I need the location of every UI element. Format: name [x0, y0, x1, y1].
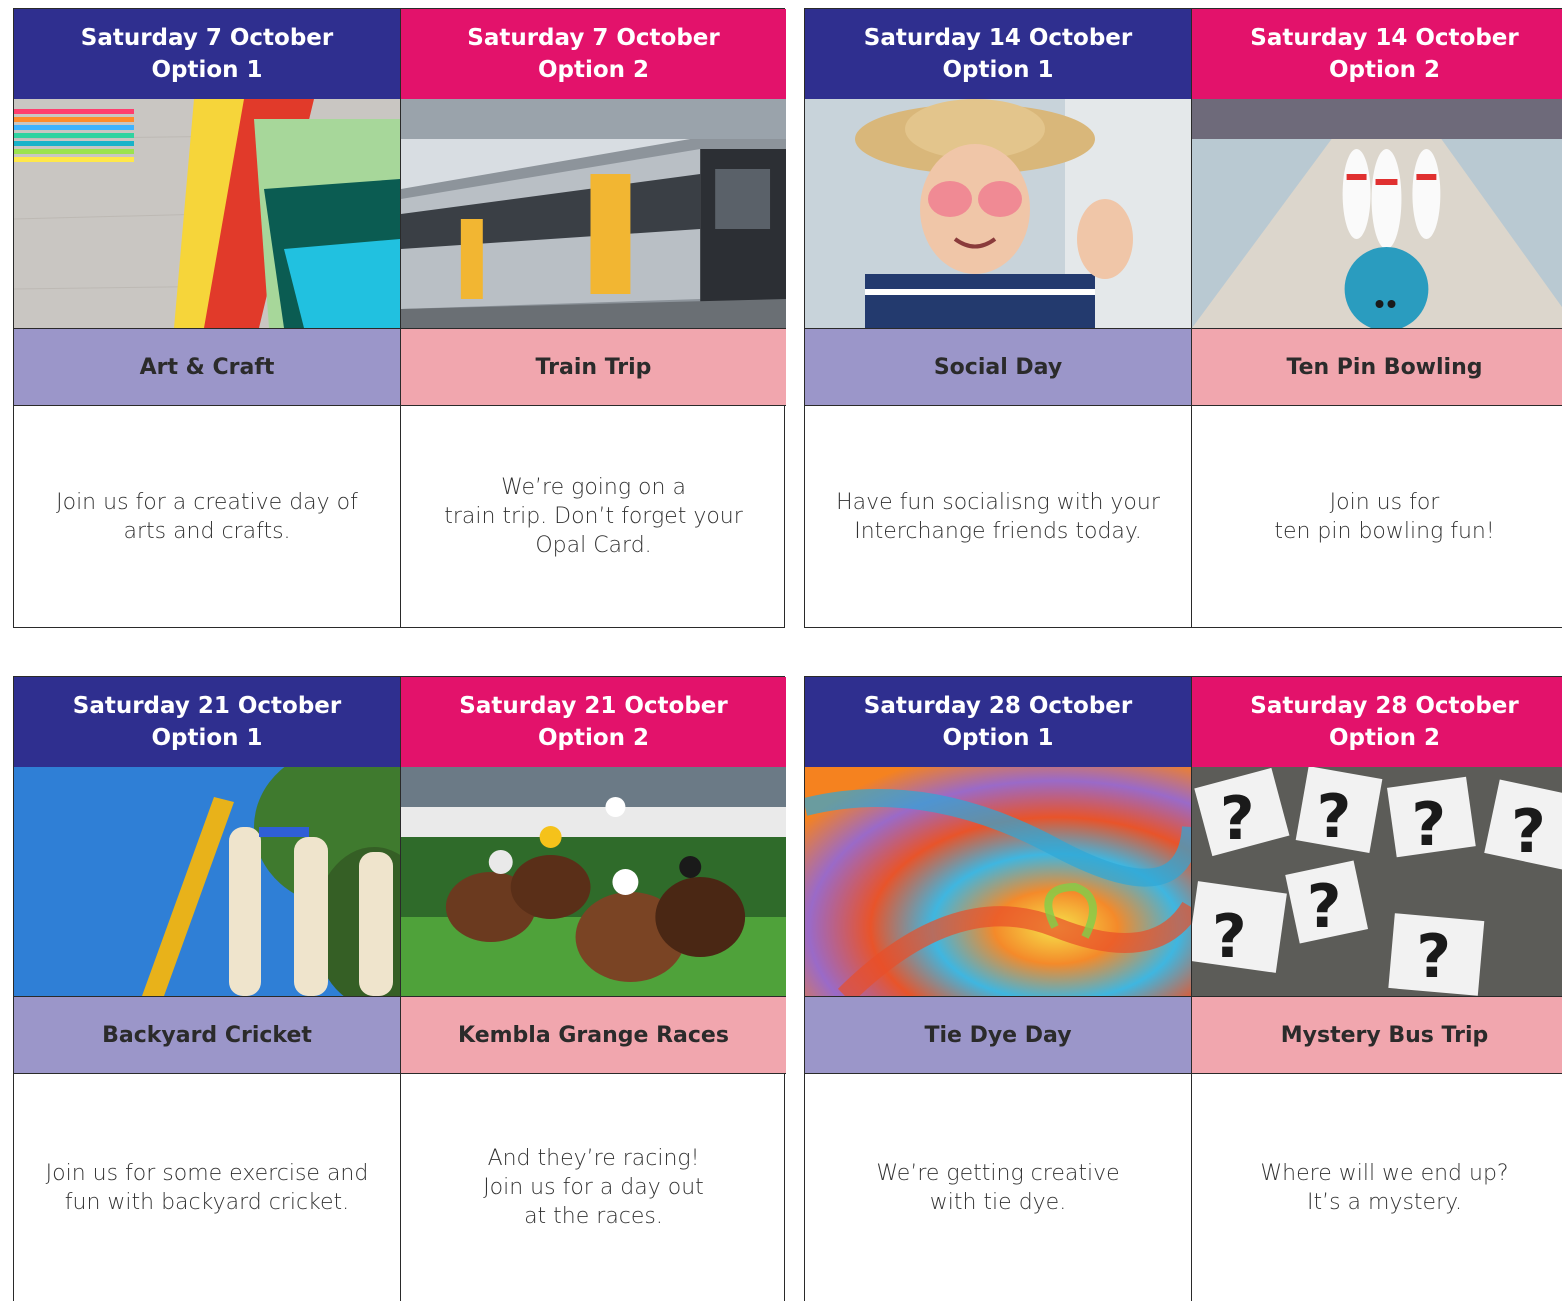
option-label: Option 1 [942, 57, 1054, 83]
date-header: Saturday 28 October Option 2 [1192, 677, 1562, 767]
option-label: Option 1 [151, 725, 263, 751]
svg-text:?: ? [1416, 922, 1451, 992]
date-label: Saturday 7 October [467, 25, 720, 51]
option-label: Option 2 [1328, 57, 1441, 83]
art-supplies-photo [14, 99, 400, 329]
date-label: Saturday 21 October [72, 693, 342, 719]
activity-description: Have fun socialisng with your Interchang… [836, 489, 1160, 544]
activity-description: We’re going on a train trip. Don’t forge… [444, 475, 743, 558]
date-header: Saturday 7 October Option 2 [401, 9, 786, 99]
activity-title: Ten Pin Bowling [1192, 329, 1562, 406]
svg-text:?: ? [1511, 797, 1546, 867]
activity-description: Where will we end up? It’s a mystery. [1260, 1160, 1509, 1215]
date-header: Saturday 28 October Option 1 [805, 677, 1191, 767]
date-label: Saturday 14 October [1250, 25, 1519, 51]
week-block-7-october: Saturday 7 October Option 1 Art & Craft … [13, 8, 786, 628]
date-header: Saturday 21 October Option 1 [14, 677, 400, 767]
activity-description: And they’re racing! Join us for a day ou… [483, 1146, 704, 1229]
svg-text:?: ? [1307, 872, 1342, 942]
activity-description: Join us for a creative day of arts and c… [56, 489, 358, 544]
option-card: Saturday 21 October Option 1 Backyard Cr… [14, 677, 400, 1301]
activity-description: Join us for ten pin bowling fun! [1274, 489, 1495, 544]
week-block-21-october: Saturday 21 October Option 1 Backyard Cr… [13, 676, 786, 1301]
option-label: Option 2 [537, 725, 650, 751]
question-marks-photo: ? ? ? ? ? ? ? [1192, 767, 1562, 997]
date-header: Saturday 21 October Option 2 [401, 677, 786, 767]
option-card: Saturday 7 October Option 2 Train Trip W… [400, 9, 786, 627]
week-block-28-october: Saturday 28 October Option 1 Tie Dye Day… [804, 676, 1562, 1301]
option-card: Saturday 14 October Option 1 Social Day … [805, 9, 1191, 627]
date-header: Saturday 14 October Option 1 [805, 9, 1191, 99]
date-label: Saturday 7 October [80, 25, 334, 51]
horse-race-photo [401, 767, 786, 997]
activity-title: Mystery Bus Trip [1192, 997, 1562, 1074]
activity-title: Backyard Cricket [14, 997, 400, 1074]
option-label: Option 1 [151, 57, 263, 83]
date-label: Saturday 28 October [1250, 693, 1519, 719]
option-card: Saturday 28 October Option 1 Tie Dye Day… [805, 677, 1191, 1301]
activity-description: We’re getting creative with tie dye. [876, 1160, 1120, 1215]
svg-text:?: ? [1317, 782, 1352, 852]
activity-title: Social Day [805, 329, 1191, 406]
tie-dye-photo [805, 767, 1191, 997]
option-card: Saturday 28 October Option 2 ? ? ? ? ? ?… [1191, 677, 1562, 1301]
activity-title: Art & Craft [14, 329, 400, 406]
week-block-14-october: Saturday 14 October Option 1 Social Day … [804, 8, 1562, 628]
bowling-photo [1192, 99, 1562, 329]
activity-title: Tie Dye Day [805, 997, 1191, 1074]
option-card: Saturday 21 October Option 2 Kembla Gran… [400, 677, 786, 1301]
option-label: Option 1 [942, 725, 1054, 751]
svg-text:?: ? [1411, 790, 1446, 860]
date-header: Saturday 14 October Option 2 [1192, 9, 1562, 99]
date-label: Saturday 14 October [863, 25, 1133, 51]
svg-text:?: ? [1212, 902, 1247, 972]
train-photo [401, 99, 786, 329]
svg-text:?: ? [1220, 784, 1255, 854]
option-card: Saturday 7 October Option 1 Art & Craft … [14, 9, 400, 627]
option-card: Saturday 14 October Option 2 Ten Pin Bow… [1191, 9, 1562, 627]
date-header: Saturday 7 October Option 1 [14, 9, 400, 99]
social-photo [805, 99, 1191, 329]
activity-title: Kembla Grange Races [401, 997, 786, 1074]
option-label: Option 2 [537, 57, 650, 83]
activity-title: Train Trip [401, 329, 786, 406]
date-label: Saturday 21 October [459, 693, 728, 719]
option-label: Option 2 [1328, 725, 1441, 751]
activity-description: Join us for some exercise and fun with b… [45, 1160, 369, 1215]
date-label: Saturday 28 October [863, 693, 1133, 719]
cricket-photo [14, 767, 400, 997]
